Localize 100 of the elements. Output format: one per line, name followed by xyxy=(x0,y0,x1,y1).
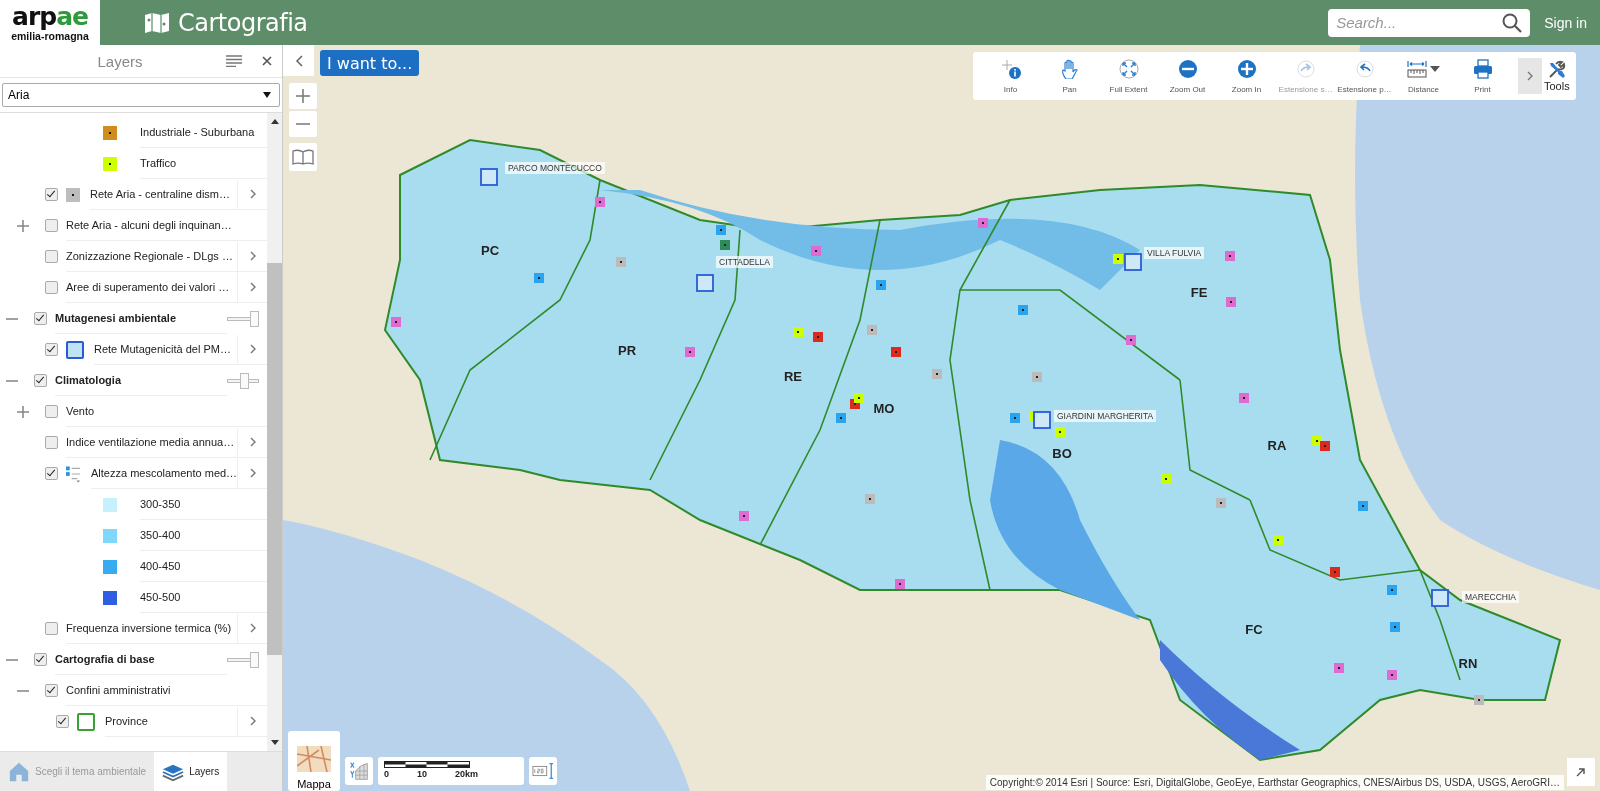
layer-label: Rete Aria - centraline dism… xyxy=(90,179,230,210)
station-marker xyxy=(793,327,803,337)
sign-in-link[interactable]: Sign in xyxy=(1544,14,1587,31)
toolbar-button[interactable]: Full Extent xyxy=(1099,58,1158,94)
layer-label: Province xyxy=(105,706,148,737)
province-label: RE xyxy=(783,368,803,384)
layer-label: Rete Mutagenicità del PM… xyxy=(94,334,231,365)
coordinates-button[interactable] xyxy=(345,757,373,785)
book-icon xyxy=(292,149,314,165)
toolbar-button[interactable]: Estensione p… xyxy=(1335,58,1394,94)
layer-checkbox[interactable] xyxy=(45,622,58,635)
toolbar-button[interactable]: Info xyxy=(981,58,1040,94)
toolbar-button[interactable]: Distance xyxy=(1394,58,1453,94)
slider-thumb[interactable] xyxy=(250,310,259,327)
plus-icon xyxy=(295,88,311,104)
panel-tab[interactable]: Layers xyxy=(154,752,228,791)
station-marker xyxy=(1312,436,1322,446)
station-marker xyxy=(1239,393,1249,403)
search-icon[interactable] xyxy=(1502,12,1523,33)
scroll-up-icon[interactable] xyxy=(270,119,279,124)
station-marker xyxy=(1387,670,1397,680)
scrollbar[interactable] xyxy=(267,113,282,751)
layer-label: Climatologia xyxy=(55,365,121,396)
layer-label: Cartografia di base xyxy=(55,644,155,675)
layer-checkbox[interactable] xyxy=(45,467,58,480)
chevron-right-icon xyxy=(249,251,256,261)
toolbar-button[interactable]: Pan xyxy=(1040,58,1099,94)
i-want-to-button[interactable]: I want to... xyxy=(320,50,420,76)
theme-dropdown[interactable]: Aria xyxy=(2,83,280,107)
layer-checkbox[interactable] xyxy=(45,219,58,232)
station-marker xyxy=(932,369,942,379)
layer-checkbox[interactable] xyxy=(45,281,58,294)
hand-icon xyxy=(1059,59,1080,79)
toolbar-button[interactable]: Zoom Out xyxy=(1158,58,1217,94)
slider-thumb[interactable] xyxy=(250,651,259,668)
app-title: Cartografia xyxy=(178,8,308,37)
layer-checkbox[interactable] xyxy=(34,653,47,666)
province-label: FC xyxy=(1245,621,1263,637)
tools-button[interactable]: Tools xyxy=(1542,60,1572,92)
layer-checkbox[interactable] xyxy=(45,436,58,449)
layer-checkbox[interactable] xyxy=(45,343,58,356)
station-square xyxy=(1124,253,1142,271)
toolbar-button[interactable]: Print xyxy=(1453,58,1512,94)
toolbar-more-button[interactable] xyxy=(1518,58,1542,94)
layer-checkbox[interactable] xyxy=(45,405,58,418)
collapse-panel-button[interactable] xyxy=(283,45,314,76)
province-label: RA xyxy=(1267,437,1287,453)
station-label: CITTADELLA xyxy=(716,256,773,268)
layer-checkbox[interactable] xyxy=(56,715,69,728)
zoom-in-button[interactable] xyxy=(289,83,317,109)
layer-label: Altezza mescolamento med… xyxy=(91,458,238,489)
station-marker xyxy=(1330,567,1340,577)
scale-label: 20km xyxy=(455,768,479,780)
station-marker xyxy=(739,511,749,521)
bookmarks-button[interactable] xyxy=(289,143,317,171)
chevron-right-icon xyxy=(1527,71,1533,81)
expand-icon[interactable] xyxy=(17,219,29,232)
map-thumbnail-icon xyxy=(297,745,331,773)
station-marker xyxy=(1032,372,1042,382)
close-icon[interactable] xyxy=(262,56,272,66)
slider-thumb[interactable] xyxy=(239,372,249,389)
layer-checkbox[interactable] xyxy=(34,312,47,325)
opacity-slider[interactable] xyxy=(227,310,259,327)
layer-label: Frequenza inversione termica (%) xyxy=(66,613,232,644)
logo-wordmark: arpae xyxy=(12,3,88,30)
station-square xyxy=(1431,589,1449,607)
search-field[interactable]: Search... xyxy=(1328,8,1531,37)
station-square xyxy=(1033,411,1051,429)
full-extent-icon xyxy=(1118,59,1139,79)
station-label: PARCO MONTECUCCO xyxy=(505,162,605,174)
layer-checkbox[interactable] xyxy=(45,188,58,201)
station-label: VILLA FULVIA xyxy=(1144,247,1205,259)
basemap-button[interactable]: Mappa xyxy=(288,731,340,791)
scroll-down-icon[interactable] xyxy=(270,740,279,745)
caret-icon xyxy=(263,92,271,98)
station-marker xyxy=(1474,695,1484,705)
zoom-out-button[interactable] xyxy=(289,111,317,137)
layer-checkbox[interactable] xyxy=(45,250,58,263)
station-marker xyxy=(1126,335,1136,345)
layer-checkbox[interactable] xyxy=(45,684,58,697)
station-marker xyxy=(811,246,821,256)
scale-input-button[interactable] xyxy=(529,757,557,785)
station-marker xyxy=(720,240,730,250)
toolbar-button[interactable]: Zoom In xyxy=(1217,58,1276,94)
station-label: MARECCHIA xyxy=(1462,591,1519,603)
list-icon[interactable] xyxy=(226,55,242,67)
coordinate-grid-icon xyxy=(348,761,370,781)
layer-label: Aree di superamento dei valori … xyxy=(66,272,230,303)
expand-icon[interactable] xyxy=(17,405,29,418)
station-marker xyxy=(1055,427,1065,437)
expand-corner-button[interactable] xyxy=(1567,758,1595,786)
opacity-slider[interactable] xyxy=(227,651,259,668)
layer-checkbox[interactable] xyxy=(34,374,47,387)
caret-icon[interactable] xyxy=(1430,66,1440,72)
opacity-slider[interactable] xyxy=(227,372,259,389)
scrollbar-thumb[interactable] xyxy=(267,263,282,655)
station-label: GIARDINI MARGHERITA xyxy=(1054,410,1157,422)
station-marker xyxy=(1334,663,1344,673)
layer-label: Mutagenesi ambientale xyxy=(55,303,177,334)
station-marker xyxy=(1273,535,1283,545)
